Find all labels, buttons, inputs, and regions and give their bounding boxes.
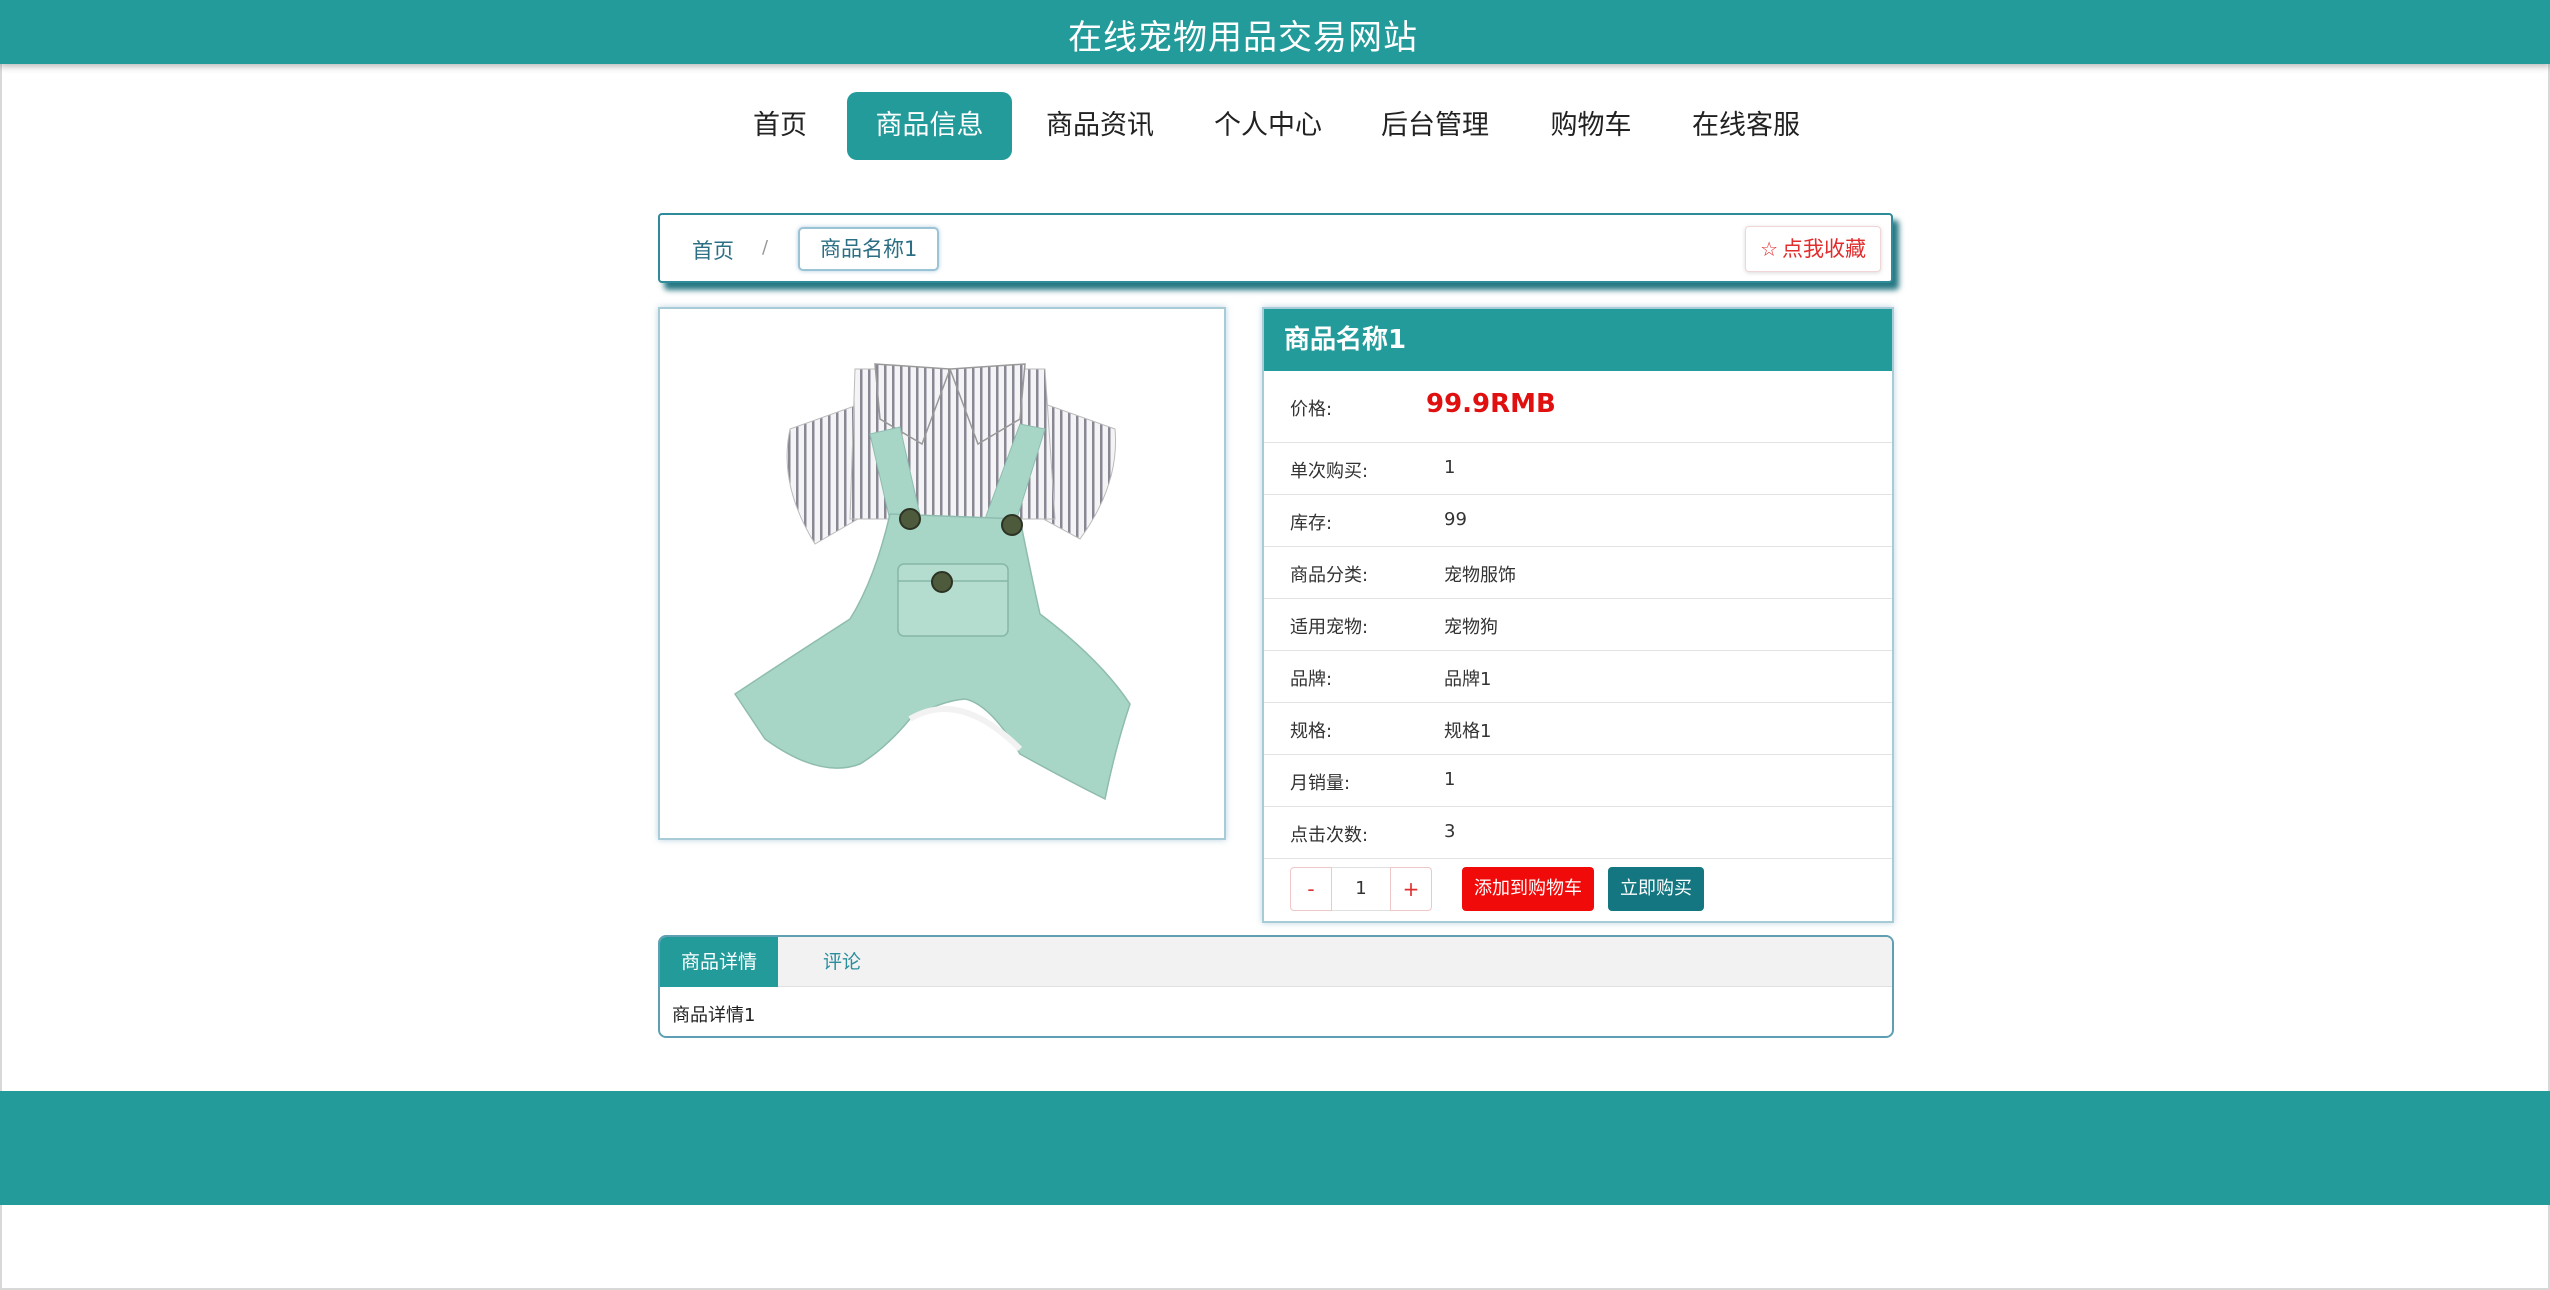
pet-overalls-image [733,363,1131,801]
tab-content: 商品详情1 [672,1005,756,1026]
breadcrumb: 首页 / 商品名称1 ☆ 点我收藏 [658,213,1893,283]
attr-value: 规格1 [1444,721,1492,742]
attr-row-clicks: 点击次数: 3 [1264,807,1892,859]
breadcrumb-home-link[interactable]: 首页 [692,235,734,265]
nav-item-admin[interactable]: 后台管理 [1365,92,1505,160]
tab-comments[interactable]: 评论 [778,937,906,987]
attr-row-spec: 规格: 规格1 [1264,703,1892,755]
attr-value: 宠物狗 [1444,617,1498,638]
attr-row-brand: 品牌: 品牌1 [1264,651,1892,703]
attr-value: 3 [1444,821,1456,842]
price-value: 99.9RMB [1426,389,1556,419]
quantity-increase-button[interactable]: + [1390,867,1432,911]
nav-item-news[interactable]: 商品资讯 [1030,92,1170,160]
attr-row-min-order: 单次购买: 1 [1264,443,1892,495]
purchase-actions: - 1 + 添加到购物车 立即购买 [1264,859,1892,921]
attr-label: 规格: [1290,721,1333,742]
site-header: 在线宠物用品交易网站 [0,0,2550,64]
product-image [658,307,1226,840]
attr-label: 库存: [1290,513,1333,534]
attr-label: 单次购买: [1290,461,1369,482]
attr-value: 1 [1444,769,1456,790]
tab-product-detail[interactable]: 商品详情 [660,937,778,987]
attr-value: 1 [1444,457,1456,478]
product-tabs: 商品详情 评论 商品详情1 [658,935,1894,1038]
attr-value: 品牌1 [1444,669,1492,690]
attr-label: 点击次数: [1290,825,1369,846]
quantity-input[interactable]: 1 [1332,867,1390,911]
favorite-button-label: 点我收藏 [1782,237,1866,261]
star-outline-icon: ☆ [1760,237,1778,261]
nav-item-support[interactable]: 在线客服 [1676,92,1816,160]
nav-item-cart[interactable]: 购物车 [1535,92,1647,160]
product-info-panel: 商品名称1 价格: 99.9RMB 单次购买: 1 库存: 99 商品分类: 宠… [1262,307,1894,923]
site-footer [0,1091,2550,1205]
tab-strip: 商品详情 评论 [660,937,1892,987]
attr-row-stock: 库存: 99 [1264,495,1892,547]
attr-row-monthly-sales: 月销量: 1 [1264,755,1892,807]
nav-item-products[interactable]: 商品信息 [847,92,1012,160]
add-to-cart-button[interactable]: 添加到购物车 [1462,867,1594,911]
attr-label: 月销量: [1290,773,1351,794]
site-title: 在线宠物用品交易网站 [1068,18,1418,58]
attr-label: 品牌: [1290,669,1333,690]
quantity-decrease-button[interactable]: - [1290,867,1332,911]
attr-row-pet-type: 适用宠物: 宠物狗 [1264,599,1892,651]
breadcrumb-current[interactable]: 商品名称1 [798,227,940,271]
price-row: 价格: 99.9RMB [1264,371,1892,443]
breadcrumb-separator: / [762,237,769,258]
attr-row-category: 商品分类: 宠物服饰 [1264,547,1892,599]
buy-now-button[interactable]: 立即购买 [1608,867,1704,911]
nav-item-home[interactable]: 首页 [730,92,830,160]
attr-value: 宠物服饰 [1444,565,1516,586]
price-label: 价格: [1290,399,1333,420]
attr-value: 99 [1444,509,1467,530]
main-nav: 首页 商品信息 商品资讯 个人中心 后台管理 购物车 在线客服 [0,92,2550,160]
attr-label: 适用宠物: [1290,617,1369,638]
favorite-button[interactable]: ☆ 点我收藏 [1745,226,1881,272]
attr-label: 商品分类: [1290,565,1369,586]
nav-item-profile[interactable]: 个人中心 [1198,92,1338,160]
product-name: 商品名称1 [1264,309,1892,371]
